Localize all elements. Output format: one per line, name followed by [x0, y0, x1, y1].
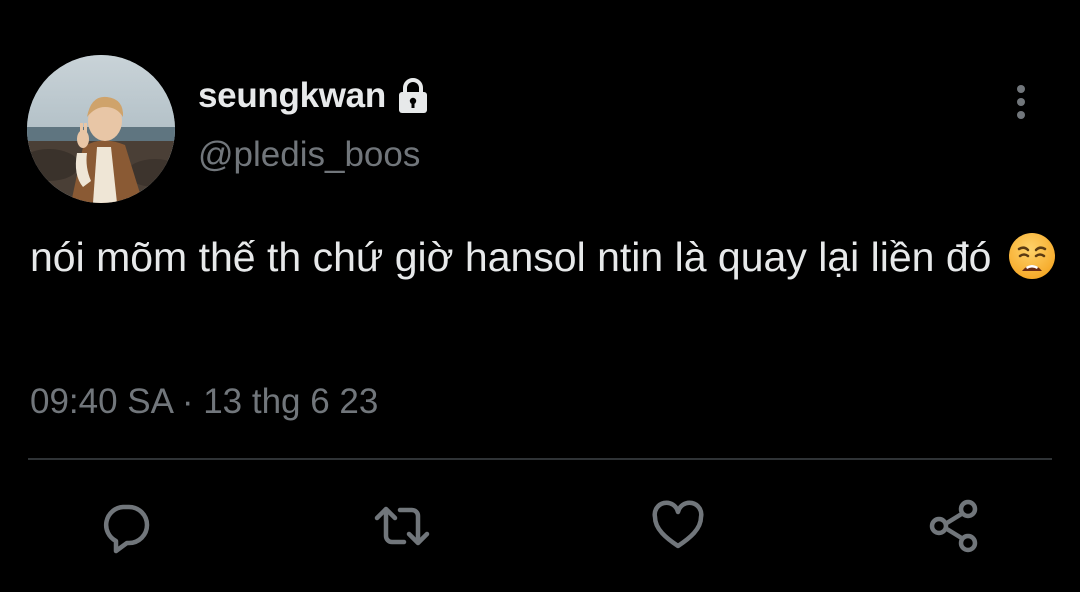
tweet-date[interactable]: 13 thg 6 23	[203, 382, 378, 421]
share-button[interactable]	[926, 498, 982, 554]
timestamp-row: 09:40 SA · 13 thg 6 23	[30, 382, 378, 422]
timestamp-separator: ·	[181, 382, 194, 421]
display-name-row: seungkwan	[198, 72, 430, 120]
avatar[interactable]	[27, 55, 175, 203]
weary-face-icon	[1007, 231, 1057, 281]
divider	[28, 458, 1052, 460]
tweet-detail: seungkwan @pledis_boos nói mõm thế th ch…	[0, 0, 1080, 592]
reply-button[interactable]	[98, 498, 154, 554]
display-name[interactable]: seungkwan	[198, 76, 386, 116]
heart-icon	[652, 500, 704, 549]
user-handle[interactable]: @pledis_boos	[198, 135, 420, 175]
tweet-time[interactable]: 09:40 SA	[30, 382, 172, 421]
retweet-icon	[374, 506, 430, 546]
like-button[interactable]	[650, 498, 706, 554]
avatar-photo	[27, 55, 175, 203]
share-icon	[929, 499, 978, 553]
lock-icon	[396, 77, 430, 115]
more-vertical-icon[interactable]	[1008, 84, 1034, 122]
tweet-text-content: nói mõm thế th chứ giờ hansol ntin là qu…	[30, 234, 992, 280]
action-bar	[0, 498, 1080, 554]
reply-icon	[103, 504, 150, 554]
tweet-text: nói mõm thế th chứ giờ hansol ntin là qu…	[30, 228, 1060, 286]
retweet-button[interactable]	[374, 498, 430, 554]
